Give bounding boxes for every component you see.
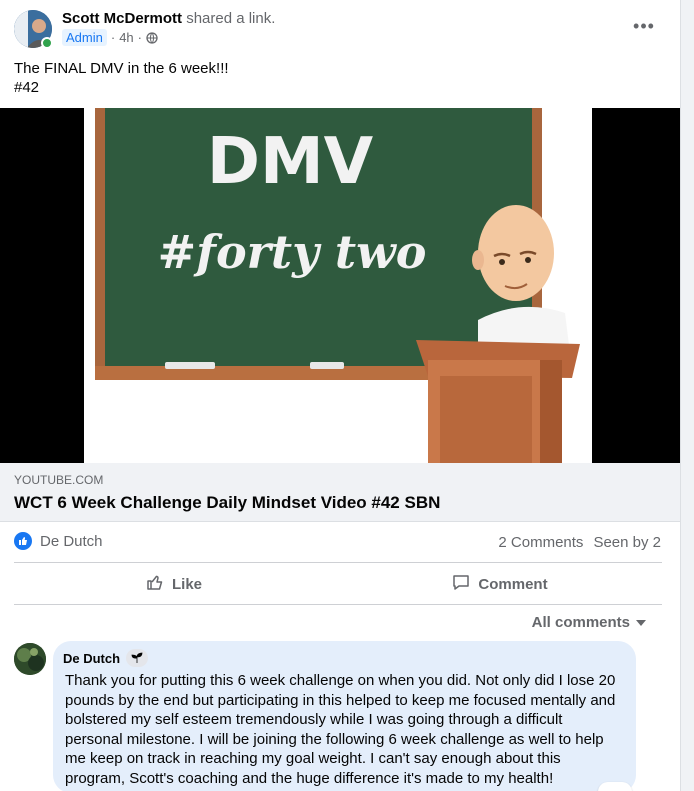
- engagement-counts: 2 Comments Seen by 2: [498, 534, 661, 551]
- post-time[interactable]: 4h: [119, 30, 133, 45]
- post-text-line-2[interactable]: #42: [14, 78, 229, 97]
- seen-by[interactable]: Seen by 2: [593, 534, 661, 551]
- divider: [14, 562, 662, 563]
- comments-filter[interactable]: All comments: [532, 614, 646, 631]
- author-avatar[interactable]: [14, 10, 53, 49]
- divider: [14, 604, 662, 605]
- thumbs-up-outline-icon: [146, 573, 164, 595]
- separator: ·: [110, 30, 116, 45]
- online-status-dot: [41, 37, 53, 49]
- video-thumbnail[interactable]: DMV #forty two: [0, 108, 680, 463]
- comment-label: Comment: [478, 575, 548, 593]
- link-preview[interactable]: YOUTUBE.COM WCT 6 Week Challenge Daily M…: [0, 463, 680, 522]
- commenter-name[interactable]: De Dutch: [63, 651, 120, 666]
- more-options-button[interactable]: •••: [630, 14, 658, 38]
- chalk-title: DMV: [207, 125, 374, 199]
- comment-header: De Dutch: [63, 649, 624, 667]
- comment-reaction-badge[interactable]: [598, 782, 632, 791]
- link-domain: YOUTUBE.COM: [14, 473, 104, 487]
- comments-count[interactable]: 2 Comments: [498, 534, 583, 551]
- post-text: The FINAL DMV in the 6 week!!! #42: [14, 59, 229, 97]
- like-button[interactable]: Like: [14, 566, 334, 602]
- reactions-summary[interactable]: De Dutch: [14, 532, 103, 550]
- page-background-edge: [680, 0, 694, 791]
- globe-icon[interactable]: [146, 31, 158, 44]
- link-title[interactable]: WCT 6 Week Challenge Daily Mindset Video…: [14, 493, 440, 513]
- comments-filter-label: All comments: [531, 614, 630, 631]
- reactor-name: De Dutch: [40, 532, 103, 550]
- post-card: Scott McDermott shared a link. Admin · 4…: [0, 0, 680, 791]
- admin-badge: Admin: [62, 29, 107, 46]
- thumbnail-art: DMV #forty two: [0, 108, 680, 463]
- like-label: Like: [171, 575, 202, 593]
- commenter-avatar[interactable]: [14, 643, 46, 675]
- separator-2: ·: [137, 30, 143, 45]
- caret-down-icon: [636, 614, 646, 631]
- thumbs-up-icon: [14, 532, 32, 550]
- sprout-icon: [126, 649, 149, 667]
- post-meta: Admin · 4h ·: [62, 29, 158, 46]
- comment-button[interactable]: Comment: [340, 566, 660, 602]
- author-name[interactable]: Scott McDermott: [62, 10, 182, 27]
- author-line: Scott McDermott shared a link.: [62, 10, 275, 27]
- comment-text: Thank you for putting this 6 week challe…: [65, 672, 616, 787]
- author-action: shared a link.: [186, 10, 276, 27]
- comment-bubble: De Dutch Thank you for putting this 6 we…: [53, 641, 636, 791]
- post-text-line-1: The FINAL DMV in the 6 week!!!: [14, 60, 229, 77]
- speech-bubble-icon: [452, 573, 470, 595]
- chalk-subtitle: #forty two: [158, 225, 427, 279]
